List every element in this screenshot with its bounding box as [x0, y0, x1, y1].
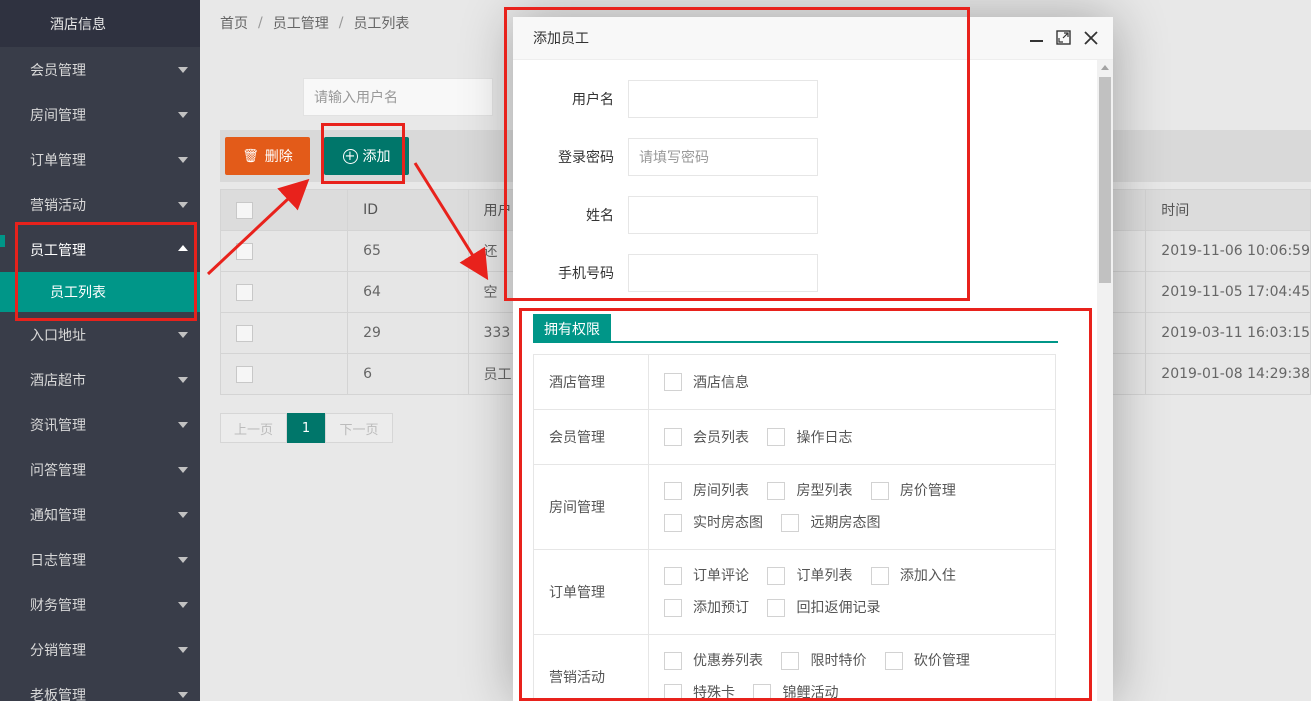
dialog-tools: [1028, 29, 1099, 46]
cell-id: 64: [347, 271, 469, 313]
delete-button[interactable]: 🗑 删除: [225, 137, 310, 175]
sidebar-item-boss[interactable]: 老板管理: [0, 672, 200, 701]
chevron-down-icon: [178, 332, 188, 338]
sidebar-item-label: 酒店超市: [30, 372, 86, 389]
prev-page-button[interactable]: 上一页: [220, 413, 287, 443]
chevron-down-icon: [178, 377, 188, 383]
select-all-checkbox[interactable]: [236, 201, 253, 219]
row-select-cell: [219, 312, 349, 354]
delete-button-label: 删除: [264, 149, 293, 165]
row-checkbox[interactable]: [236, 365, 253, 383]
sidebar-item-news[interactable]: 资讯管理: [0, 402, 200, 447]
chevron-down-icon: [178, 692, 188, 698]
sidebar-item-label: 入口地址: [30, 327, 86, 344]
chevron-down-icon: [178, 157, 188, 163]
sidebar-item-label: 分销管理: [30, 642, 86, 659]
close-icon[interactable]: [1082, 29, 1099, 46]
annotation-box-form-fields: [504, 7, 970, 301]
row-select-cell: [219, 230, 349, 272]
page-1-button[interactable]: 1: [287, 413, 325, 443]
row-checkbox[interactable]: [236, 324, 253, 342]
breadcrumb-current: 员工列表: [353, 15, 410, 32]
search-input[interactable]: 请输入用户名: [303, 78, 493, 116]
sidebar-item-logs[interactable]: 日志管理: [0, 537, 200, 582]
maximize-icon[interactable]: [1055, 29, 1072, 46]
annotation-box-permissions: [519, 308, 1092, 701]
sidebar-item-hotel-info[interactable]: 酒店信息: [0, 0, 200, 47]
chevron-down-icon: [178, 112, 188, 118]
sidebar-item-market[interactable]: 酒店超市: [0, 357, 200, 402]
scroll-up-arrow-icon[interactable]: [1101, 65, 1109, 70]
cell-id: 6: [347, 353, 469, 395]
cell-time: 2019-01-08 14:29:38: [1145, 353, 1311, 395]
pagination: 上一页 1 下一页: [220, 413, 393, 443]
minimize-icon[interactable]: [1028, 29, 1045, 46]
cell-time: 2019-11-05 17:04:45: [1145, 271, 1311, 313]
breadcrumb-home[interactable]: 首页: [220, 13, 248, 33]
row-select-cell: [219, 271, 349, 313]
sidebar-item-label: 订单管理: [30, 152, 86, 169]
chevron-down-icon: [178, 647, 188, 653]
sidebar-item-orders[interactable]: 订单管理: [0, 137, 200, 182]
trash-icon: 🗑: [242, 148, 259, 164]
breadcrumb-separator: /: [258, 14, 263, 31]
sidebar-item-marketing[interactable]: 营销活动: [0, 182, 200, 227]
annotation-box-staff-menu: [15, 222, 197, 321]
annotation-box-add-button: [321, 123, 405, 184]
cell-id: 29: [347, 312, 469, 354]
sidebar-item-label: 财务管理: [30, 597, 86, 614]
breadcrumb-separator: /: [338, 14, 344, 31]
sidebar-item-label: 营销活动: [30, 197, 86, 214]
chevron-down-icon: [178, 557, 188, 563]
row-checkbox[interactable]: [236, 283, 253, 301]
chevron-down-icon: [178, 202, 188, 208]
chevron-down-icon: [178, 602, 188, 608]
sidebar-item-label: 通知管理: [30, 507, 86, 524]
select-all-cell: [219, 189, 349, 231]
sidebar-item-label: 会员管理: [30, 62, 86, 79]
sidebar-item-label: 房间管理: [30, 107, 86, 124]
cell-id: 65: [347, 230, 469, 272]
chevron-down-icon: [178, 67, 188, 73]
chevron-down-icon: [178, 467, 188, 473]
chevron-down-icon: [178, 512, 188, 518]
sidebar-item-notice[interactable]: 通知管理: [0, 492, 200, 537]
sidebar-item-members[interactable]: 会员管理: [0, 47, 200, 92]
sidebar-item-label: 问答管理: [30, 462, 86, 479]
sidebar-item-rooms[interactable]: 房间管理: [0, 92, 200, 137]
sidebar-item-distribution[interactable]: 分销管理: [0, 627, 200, 672]
sidebar-item-label: 日志管理: [30, 552, 86, 569]
row-checkbox[interactable]: [236, 242, 253, 260]
row-select-cell: [219, 353, 349, 395]
breadcrumb-staff[interactable]: 员工管理: [273, 13, 329, 33]
sidebar: 酒店信息 会员管理 房间管理 订单管理 营销活动 员工管理 员工列表 入口地址 …: [0, 0, 200, 701]
sidebar-item-qa[interactable]: 问答管理: [0, 447, 200, 492]
next-page-button[interactable]: 下一页: [325, 413, 393, 443]
col-time: 时间: [1145, 189, 1311, 231]
sidebar-item-label: 老板管理: [30, 687, 86, 701]
cell-time: 2019-11-06 10:06:59: [1145, 230, 1311, 272]
chevron-down-icon: [178, 422, 188, 428]
cell-time: 2019-03-11 16:03:15: [1145, 312, 1311, 354]
sidebar-item-label: 资讯管理: [30, 417, 86, 434]
dialog-scrollbar-thumb[interactable]: [1099, 77, 1111, 283]
sidebar-item-finance[interactable]: 财务管理: [0, 582, 200, 627]
col-id: ID: [347, 189, 469, 231]
